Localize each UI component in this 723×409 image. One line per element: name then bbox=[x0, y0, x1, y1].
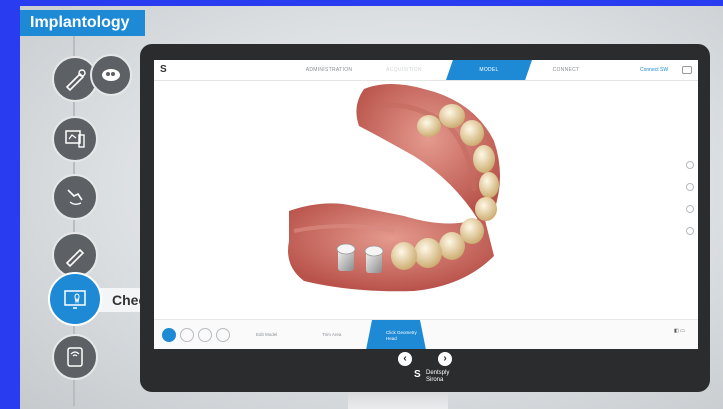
view-zoom-icon[interactable] bbox=[686, 205, 694, 213]
trim-area-step[interactable]: Trim Area bbox=[322, 320, 341, 349]
scanner-wand-icon bbox=[65, 248, 85, 268]
tab-acquisition[interactable]: ACQUISITION bbox=[364, 60, 444, 80]
view-settings-icon[interactable] bbox=[686, 227, 694, 235]
teeth-scan-icon bbox=[102, 69, 120, 81]
view-rotate-icon[interactable] bbox=[686, 183, 694, 191]
scan-body-tool-2[interactable] bbox=[180, 328, 194, 342]
click-geometry-head-step[interactable]: Click Geometry Head bbox=[366, 320, 426, 349]
view-reset-icon[interactable] bbox=[686, 161, 694, 169]
restoration-step[interactable] bbox=[52, 334, 98, 380]
dental-model-3d bbox=[288, 84, 500, 292]
chat-icon[interactable] bbox=[682, 66, 692, 74]
top-navigation: S ADMINISTRATION ACQUISITION MODEL CONNE… bbox=[154, 60, 698, 81]
tab-model[interactable]: MODEL bbox=[446, 60, 532, 80]
milling-unit-icon bbox=[67, 347, 83, 367]
dentsply-mark-icon: S bbox=[414, 369, 421, 380]
monitor: S ADMINISTRATION ACQUISITION MODEL CONNE… bbox=[140, 44, 710, 392]
scanner-wand-icon bbox=[65, 69, 86, 92]
planning-step[interactable] bbox=[52, 116, 98, 162]
display-toggle-icon[interactable]: ◧ ▭ bbox=[674, 328, 685, 334]
intraoral-scan-step[interactable] bbox=[90, 54, 132, 96]
brand-title: Implantology bbox=[20, 10, 145, 36]
scan-body-tool-1[interactable] bbox=[162, 328, 176, 342]
dentsply-sirona-logo: S Dentsply Sirona bbox=[414, 369, 450, 384]
prev-button[interactable]: ‹ bbox=[398, 352, 412, 366]
connect-sw-link[interactable]: Connect SW bbox=[640, 60, 668, 80]
tab-administration[interactable]: ADMINISTRATION bbox=[284, 60, 374, 80]
check-step[interactable] bbox=[48, 272, 102, 326]
presentation-stage: Implantology Check S ADMINISTRATION ACQU… bbox=[20, 6, 723, 409]
view-tools bbox=[684, 161, 696, 249]
bottom-toolbar: Edit Model Trim Area Click Geometry Head… bbox=[154, 319, 698, 349]
scan-body-tool-4[interactable] bbox=[216, 328, 230, 342]
monitor-tooth-icon bbox=[64, 290, 86, 309]
drilling-step[interactable] bbox=[52, 174, 98, 220]
app-logo-icon: S bbox=[160, 64, 167, 75]
edit-model-step[interactable]: Edit Model bbox=[256, 320, 277, 349]
3d-model-viewport[interactable] bbox=[154, 81, 698, 319]
drill-icon bbox=[67, 189, 83, 205]
treatment-plan-icon bbox=[65, 130, 85, 148]
monitor-stand bbox=[348, 392, 448, 409]
next-button[interactable]: › bbox=[438, 352, 452, 366]
app-screen: S ADMINISTRATION ACQUISITION MODEL CONNE… bbox=[154, 60, 698, 349]
tab-connect[interactable]: CONNECT bbox=[526, 60, 606, 80]
scan-body-tool-3[interactable] bbox=[198, 328, 212, 342]
